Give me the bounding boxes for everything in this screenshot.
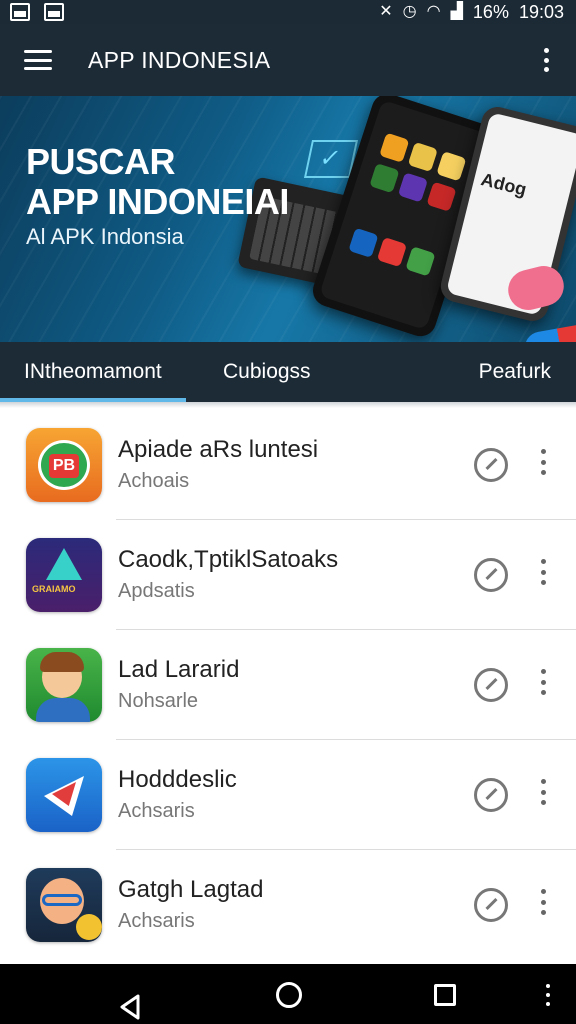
app-name: Gatgh Lagtad — [118, 876, 264, 903]
app-title: APP INDONESIA — [88, 46, 271, 73]
item-menu-icon[interactable] — [541, 449, 547, 475]
download-icon[interactable] — [474, 668, 508, 702]
recent-apps-icon[interactable] — [434, 984, 456, 1006]
banner-title: PUSCAR APP INDONEIAI — [26, 142, 289, 222]
mute-icon: ✕ — [379, 3, 393, 20]
app-icon-arrow[interactable] — [26, 758, 102, 832]
list-item[interactable]: GRAIAMO Caodk,TptiklSatoaks Apdsatis — [0, 520, 576, 630]
app-icon-pb-badge[interactable] — [26, 428, 102, 502]
promo-banner[interactable]: Adog PUSCAR APP INDONEIAI Al APK Indonsi… — [0, 96, 576, 342]
status-bar: ✕ ◷ ◠ ▟ 16% 19:03 — [0, 0, 576, 24]
back-icon[interactable] — [118, 982, 140, 1020]
status-notifications — [10, 3, 64, 21]
system-nav-bar — [0, 964, 576, 1024]
item-menu-icon[interactable] — [541, 669, 547, 695]
download-icon[interactable] — [474, 448, 508, 482]
overflow-menu-icon[interactable] — [544, 48, 550, 72]
app-icon-label: GRAIAMO — [32, 584, 76, 594]
app-name: Hodddeslic — [118, 766, 237, 793]
banner-title-line-1: PUSCAR — [26, 141, 176, 182]
app-category: Nohsarle — [118, 690, 199, 712]
item-menu-icon[interactable] — [541, 779, 547, 805]
tabs-shadow — [0, 402, 576, 408]
app-category: Apdsatis — [118, 580, 195, 602]
app-category: Achoais — [118, 470, 190, 492]
play-store-decoration-icon — [522, 322, 576, 342]
app-name: Caodk,TptiklSatoaks — [118, 546, 339, 573]
signal-icon: ▟ — [450, 3, 463, 20]
app-icon-cartoon-boy[interactable] — [26, 648, 102, 722]
list-item[interactable]: Hodddeslic Achsaris — [0, 740, 576, 850]
app-icon-glasses-character[interactable] — [26, 868, 102, 942]
list-item[interactable]: Lad Lararid Nohsarle — [0, 630, 576, 740]
app-list: Apiade aRs luntesi Achoais GRAIAMO Caodk… — [0, 410, 576, 960]
app-category: Achsaris — [118, 800, 195, 822]
banner-title-line-2: APP INDONEIAI — [26, 181, 289, 222]
app-name: Apiade aRs luntesi — [118, 436, 319, 463]
download-icon[interactable] — [474, 888, 508, 922]
status-system: ✕ ◷ ◠ ▟ 16% 19:03 — [379, 2, 564, 23]
app-category: Achsaris — [118, 910, 195, 932]
item-menu-icon[interactable] — [541, 559, 547, 585]
clock: 19:03 — [518, 1, 564, 22]
tab-cubiogss[interactable]: Cubiogss — [223, 342, 311, 402]
alarm-icon: ◷ — [402, 3, 417, 20]
download-icon[interactable] — [474, 778, 508, 812]
tab-peafurk[interactable]: Peafurk — [479, 342, 551, 402]
gallery-notification-icon — [44, 3, 64, 21]
list-item[interactable]: Gatgh Lagtad Achsaris — [0, 850, 576, 960]
photo-notification-icon — [10, 3, 30, 21]
item-menu-icon[interactable] — [541, 889, 547, 915]
wifi-icon: ◠ — [426, 3, 441, 20]
app-icon-triangle-logo[interactable]: GRAIAMO — [26, 538, 102, 612]
list-item[interactable]: Apiade aRs luntesi Achoais — [0, 410, 576, 520]
battery-level: 16% — [472, 1, 509, 22]
app-bar: APP INDONESIA — [0, 24, 576, 96]
tab-intheomamont[interactable]: INtheomamont — [24, 342, 162, 402]
tab-bar: INtheomamont Cubiogss Peafurk — [0, 342, 576, 402]
banner-subtitle: Al APK Indonsia — [26, 224, 184, 249]
nav-more-icon[interactable] — [546, 984, 552, 1006]
home-icon[interactable] — [276, 982, 302, 1008]
app-name: Lad Lararid — [118, 656, 240, 683]
menu-icon[interactable] — [24, 50, 52, 70]
download-icon[interactable] — [474, 558, 508, 592]
